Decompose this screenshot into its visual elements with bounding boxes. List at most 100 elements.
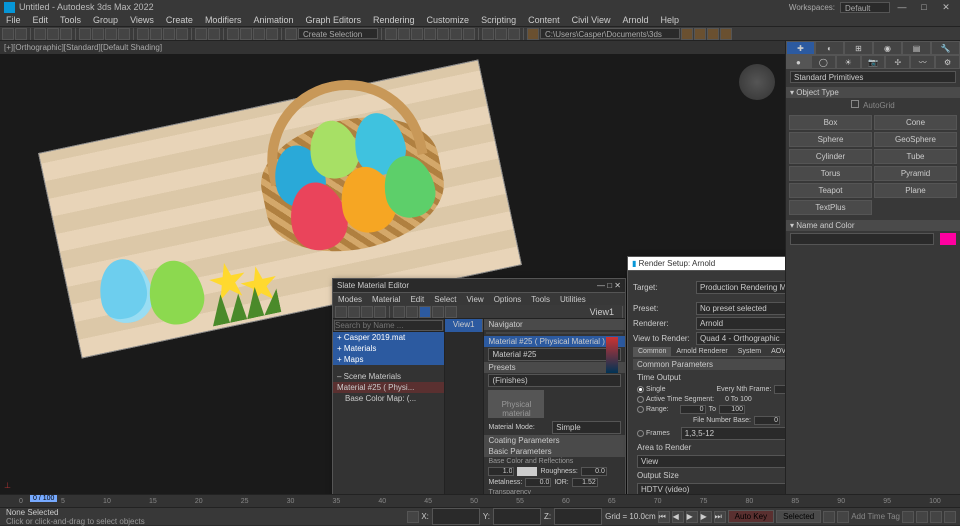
create-torus-button[interactable]: Torus (789, 166, 872, 181)
project-icon-2[interactable] (694, 28, 706, 40)
tab-aovs[interactable]: AOVs (766, 347, 785, 356)
radio-frames[interactable] (637, 430, 644, 437)
select-icon[interactable] (79, 28, 91, 40)
radio-range[interactable] (637, 406, 644, 413)
scene-material-item[interactable]: Material #25 ( Physi... (333, 382, 444, 393)
slate-menu-view[interactable]: View (462, 295, 489, 304)
slate-menu-utilities[interactable]: Utilities (555, 295, 591, 304)
slate-preview-icon[interactable] (445, 306, 457, 318)
radio-single[interactable] (637, 386, 644, 393)
preset-dropdown[interactable]: No preset selected (696, 302, 785, 315)
slate-maximize-icon[interactable]: □ (607, 281, 612, 290)
create-tube-button[interactable]: Tube (874, 149, 957, 164)
project-icon-1[interactable] (681, 28, 693, 40)
project-path[interactable]: C:\Users\Casper\Documents\3ds Max 2022 (540, 28, 680, 39)
select-region-icon[interactable] (105, 28, 117, 40)
navigator-preview[interactable] (486, 332, 623, 334)
scene-explorer-icon[interactable] (424, 28, 436, 40)
menu-animation[interactable]: Animation (247, 15, 299, 25)
project-icon-4[interactable] (720, 28, 732, 40)
play-prev-icon[interactable]: ◀ (672, 511, 684, 523)
layer-icon[interactable] (411, 28, 423, 40)
ior-spinner[interactable] (572, 478, 598, 487)
create-teapot-button[interactable]: Teapot (789, 183, 872, 198)
workspace-dropdown[interactable]: Default (840, 2, 890, 13)
selected-button[interactable]: Selected (776, 510, 821, 523)
cp-subtab-cameras[interactable]: 📷 (861, 55, 886, 69)
align-icon[interactable] (398, 28, 410, 40)
spinner-snap-icon[interactable] (266, 28, 278, 40)
viewcube-icon[interactable] (739, 64, 775, 100)
slate-view-tab[interactable]: View1 (445, 319, 484, 332)
snap-toggle-icon[interactable] (227, 28, 239, 40)
slate-pick-icon[interactable] (335, 306, 347, 318)
cp-tab-modify[interactable]: ◐ (815, 41, 844, 55)
cp-subtab-spacewarps[interactable]: 〰 (910, 55, 935, 69)
slate-menu-edit[interactable]: Edit (405, 295, 429, 304)
slate-menu-select[interactable]: Select (429, 295, 461, 304)
viewport-canvas[interactable]: Slate Material Editor — □ ✕ Modes Materi… (0, 54, 785, 494)
cp-tab-display[interactable]: ▤ (902, 41, 931, 55)
slate-menu-material[interactable]: Material (367, 295, 405, 304)
viewport-label[interactable]: [+][Orthographic][Standard][Default Shad… (0, 41, 785, 54)
menu-content[interactable]: Content (522, 15, 566, 25)
lock-selection-icon[interactable] (407, 511, 419, 523)
slate-node-view[interactable]: View1 (445, 319, 484, 494)
selection-set-dropdown[interactable]: Create Selection Se (298, 28, 378, 39)
scene-materials-header[interactable]: – Scene Materials (333, 371, 444, 382)
cp-tab-hierarchy[interactable]: ⊞ (844, 41, 873, 55)
render-frame-icon[interactable] (495, 28, 507, 40)
cp-tab-create[interactable]: ✚ (786, 41, 815, 55)
cp-subtab-geometry[interactable]: ● (786, 55, 811, 69)
create-cone-button[interactable]: Cone (874, 115, 957, 130)
name-color-rollout[interactable]: ▾ Name and Color (786, 220, 960, 231)
browser-group-maps[interactable]: + Maps (333, 354, 444, 365)
mirror-icon[interactable] (385, 28, 397, 40)
project-icon-3[interactable] (707, 28, 719, 40)
percent-snap-icon[interactable] (253, 28, 265, 40)
cp-tab-utilities[interactable]: 🔧 (931, 41, 960, 55)
select-by-name-icon[interactable] (92, 28, 104, 40)
undo-icon[interactable] (2, 28, 14, 40)
slate-close-icon[interactable]: ✕ (614, 281, 621, 290)
play-start-icon[interactable]: ⏮ (658, 511, 670, 523)
menu-civil-view[interactable]: Civil View (566, 15, 617, 25)
create-plane-button[interactable]: Plane (874, 183, 957, 198)
autogrid-checkbox[interactable] (851, 100, 859, 108)
cp-subtab-shapes[interactable]: ◯ (811, 55, 836, 69)
slate-put-icon[interactable] (348, 306, 360, 318)
presets-rollout[interactable]: Presets (484, 362, 625, 373)
base-weight-spinner[interactable] (488, 467, 514, 476)
menu-group[interactable]: Group (87, 15, 124, 25)
menu-customize[interactable]: Customize (421, 15, 476, 25)
x-coord-input[interactable] (432, 508, 480, 525)
placement-icon[interactable] (176, 28, 188, 40)
menu-modifiers[interactable]: Modifiers (199, 15, 248, 25)
tab-common[interactable]: Common (633, 347, 671, 356)
radio-active-ts[interactable] (637, 396, 644, 403)
category-dropdown[interactable]: Standard Primitives (790, 71, 956, 83)
browser-group-custom[interactable]: + Casper 2019.mat (333, 332, 444, 343)
slate-minimize-icon[interactable]: — (597, 281, 605, 290)
add-time-tag[interactable]: Add Time Tag (851, 512, 900, 521)
key-mode-icon[interactable] (823, 511, 835, 523)
object-name-input[interactable] (790, 233, 934, 245)
pivot-icon[interactable] (208, 28, 220, 40)
file-num-spinner[interactable] (754, 416, 780, 425)
menu-edit[interactable]: Edit (27, 15, 55, 25)
range-from-spinner[interactable] (680, 405, 706, 414)
cp-subtab-helpers[interactable]: ✢ (885, 55, 910, 69)
menu-arnold[interactable]: Arnold (616, 15, 654, 25)
z-coord-input[interactable] (554, 508, 602, 525)
range-to-spinner[interactable] (719, 405, 745, 414)
bind-icon[interactable] (60, 28, 72, 40)
menu-file[interactable]: File (0, 15, 27, 25)
slate-assign-icon[interactable] (361, 306, 373, 318)
slate-layout-icon[interactable] (406, 306, 418, 318)
object-color-swatch[interactable] (940, 233, 956, 245)
maximize-icon[interactable]: □ (914, 2, 934, 12)
play-next-icon[interactable]: ▶ (700, 511, 712, 523)
menu-create[interactable]: Create (160, 15, 199, 25)
common-params-rollout[interactable]: Common Parameters (633, 359, 785, 370)
slate-lock-icon[interactable] (432, 306, 444, 318)
